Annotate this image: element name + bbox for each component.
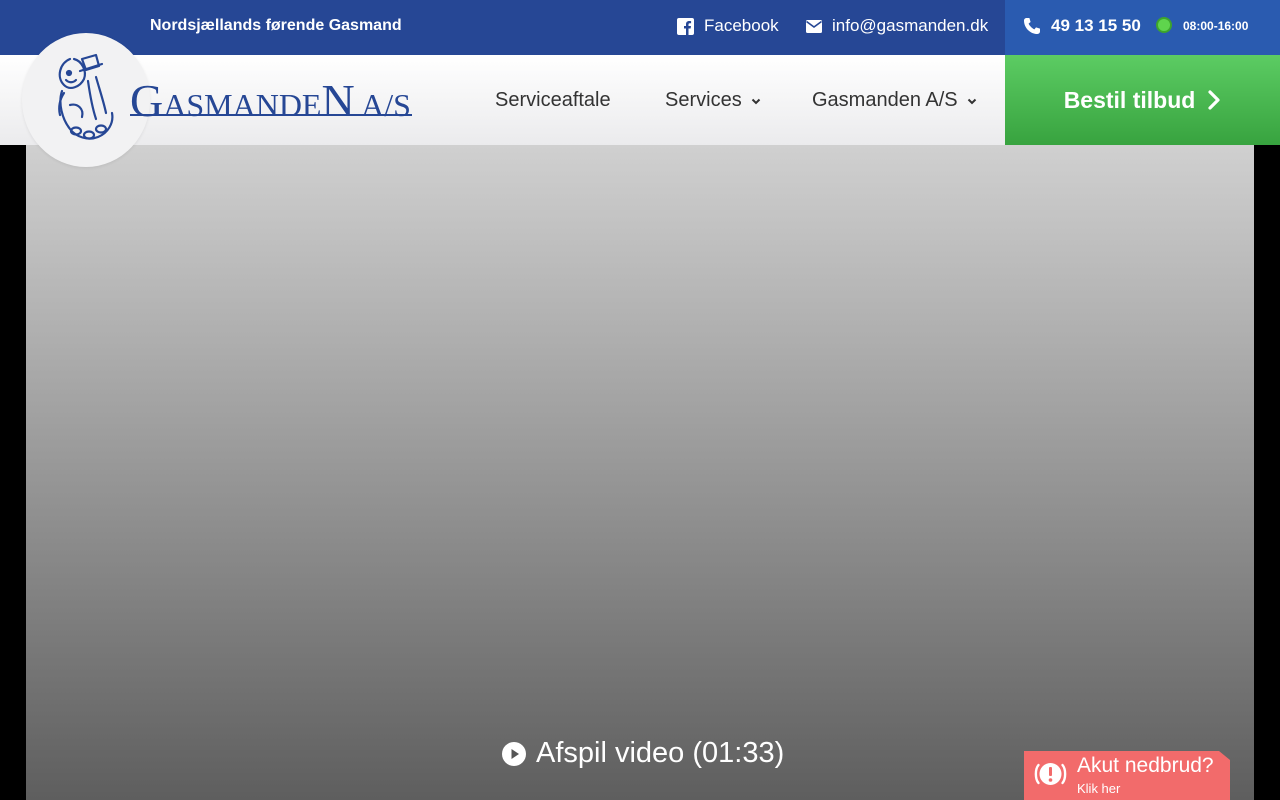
nav-item-serviceaftale[interactable]: Serviceaftale — [495, 89, 611, 112]
opening-hours: 08:00-16:00 — [1183, 19, 1249, 33]
top-bar: Nordsjællands førende Gasmand Facebook i… — [0, 0, 1280, 55]
contact-box: 49 13 15 50 08:00-16:00 — [1005, 0, 1280, 55]
logo-wordmark[interactable]: GASMANDEN A/S — [130, 78, 411, 124]
hero-video[interactable]: Afspil video (01:33) — [26, 145, 1254, 800]
emergency-title: Akut nedbrud? — [1077, 754, 1214, 777]
facebook-label: Facebook — [704, 16, 779, 35]
chevron-down-icon — [967, 98, 976, 104]
emergency-button[interactable]: Akut nedbrud? Klik her — [1024, 751, 1230, 800]
logo-first-letter: G — [130, 75, 164, 126]
chevron-right-icon — [1208, 90, 1220, 110]
chevron-down-icon — [751, 98, 760, 104]
nav-item-label: Serviceaftale — [495, 89, 611, 111]
email-link[interactable]: info@gasmanden.dk — [806, 16, 988, 36]
play-video-label: Afspil video (01:33) — [536, 737, 785, 769]
request-quote-button[interactable]: Bestil tilbud — [1005, 55, 1280, 145]
logo-underline — [130, 114, 412, 116]
phone-icon — [1024, 18, 1040, 34]
logo-suffix: A/S — [361, 87, 411, 123]
email-address: info@gasmanden.dk — [832, 16, 989, 35]
play-icon — [502, 741, 526, 766]
request-quote-label: Bestil tilbud — [1063, 86, 1196, 113]
play-video-button[interactable]: Afspil video (01:33) — [502, 737, 784, 770]
tagline: Nordsjællands førende Gasmand — [150, 17, 402, 34]
phone-number: 49 13 15 50 — [1051, 16, 1141, 35]
nav-item-gasmanden[interactable]: Gasmanden A/S — [812, 89, 977, 112]
nav-item-services[interactable]: Services — [665, 89, 761, 112]
facebook-link[interactable]: Facebook — [677, 16, 779, 36]
logo-big-letter: N — [321, 75, 355, 126]
nav-item-label: Gasmanden A/S — [812, 89, 958, 111]
facebook-icon — [677, 17, 694, 35]
alert-icon — [1034, 763, 1067, 785]
emergency-subtitle: Klik her — [1077, 781, 1121, 796]
status-dot-icon — [1156, 17, 1172, 33]
phone-link[interactable]: 49 13 15 50 — [1023, 16, 1141, 36]
nav-item-label: Services — [665, 89, 742, 111]
envelope-icon — [806, 19, 822, 33]
logo-middle: ASMANDE — [163, 87, 322, 123]
